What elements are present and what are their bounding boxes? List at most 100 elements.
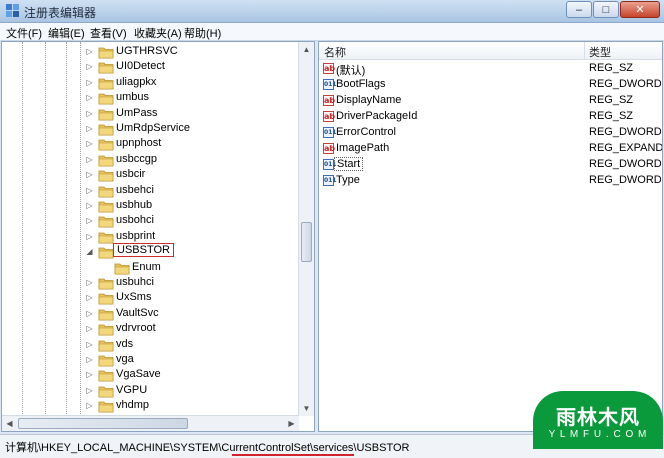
value-row[interactable]: ab (默认) REG_SZ — [319, 61, 662, 77]
menu-view[interactable]: 查看(V) — [90, 25, 127, 41]
tree-horizontal-scroll-thumb[interactable] — [18, 418, 188, 429]
value-row[interactable]: 011 ErrorControl REG_DWORD — [319, 125, 662, 141]
value-row[interactable]: ab DisplayName REG_SZ — [319, 93, 662, 109]
folder-icon — [98, 109, 114, 120]
expand-arrow-icon[interactable]: ▷ — [86, 371, 93, 379]
expand-arrow-icon[interactable]: ▷ — [86, 155, 93, 163]
tree-item-label: Enum — [132, 260, 161, 273]
scroll-up-arrow-icon[interactable]: ▲ — [299, 42, 314, 57]
binary-value-icon: 011 — [323, 159, 337, 170]
tree-horizontal-scrollbar[interactable]: ◀ ▶ — [2, 415, 299, 431]
folder-icon — [98, 216, 114, 228]
scroll-right-arrow-icon[interactable]: ▶ — [284, 416, 299, 431]
value-type: REG_DWORD — [589, 158, 662, 170]
value-type: REG_DWORD — [589, 174, 662, 186]
expand-arrow-icon[interactable]: ▷ — [86, 232, 93, 240]
expand-arrow-icon[interactable]: ▷ — [86, 171, 93, 179]
expand-arrow-icon[interactable]: ▷ — [86, 186, 93, 194]
value-type: REG_DWORD — [589, 126, 662, 138]
tree-vertical-scrollbar[interactable]: ▲ ▼ — [298, 42, 314, 416]
expand-arrow-icon[interactable]: ▷ — [86, 94, 93, 102]
column-header-name[interactable]: 名称 — [324, 44, 346, 60]
tree-item-label: usbohci — [116, 214, 154, 227]
menu-help[interactable]: 帮助(H) — [184, 25, 221, 41]
expand-arrow-icon[interactable]: ▷ — [86, 325, 93, 333]
menu-file[interactable]: 文件(F) — [6, 25, 42, 41]
folder-icon — [98, 247, 114, 259]
value-row[interactable]: ab DriverPackageId REG_SZ — [319, 109, 662, 125]
folder-icon — [98, 370, 114, 382]
folder-icon — [98, 355, 114, 367]
value-type: REG_DWORD — [589, 78, 662, 90]
expand-arrow-icon[interactable]: ▷ — [86, 125, 93, 133]
folder-icon — [98, 62, 114, 74]
expand-arrow-icon[interactable]: ▷ — [86, 386, 93, 394]
value-row[interactable]: 011 BootFlags REG_DWORD — [319, 77, 662, 93]
minimize-button[interactable]: – — [566, 1, 592, 18]
window-title: 注册表编辑器 — [24, 6, 97, 20]
column-header-type[interactable]: 类型 — [589, 44, 611, 60]
menu-bar: 文件(F) 编辑(E) 查看(V) 收藏夹(A) 帮助(H) — [0, 23, 664, 41]
tree-item-label: usbprint — [116, 229, 156, 242]
expand-arrow-icon[interactable]: ▷ — [86, 78, 93, 86]
close-button[interactable]: ✕ — [620, 1, 660, 18]
expand-arrow-icon[interactable]: ▷ — [86, 217, 93, 225]
expand-arrow-icon[interactable]: ▷ — [86, 140, 93, 148]
value-row[interactable]: abImagePath REG_EXPAND_S — [319, 141, 662, 157]
menu-edit[interactable]: 编辑(E) — [48, 25, 85, 41]
folder-icon — [98, 47, 114, 59]
tree-item-label: vdrvroot — [116, 322, 156, 335]
value-row[interactable]: 011 Start REG_DWORD — [319, 157, 662, 173]
value-name: Start — [334, 157, 364, 171]
value-name: ErrorControl — [336, 126, 396, 138]
tree-item-label: VGPU — [116, 383, 148, 396]
values-list-pane[interactable]: 名称 类型 ab (默认) REG_SZ 011 BootFlags REG_DWORD a… — [318, 41, 663, 432]
tree-item-label: usbhub — [116, 199, 153, 211]
tree-guide-line — [45, 42, 46, 416]
value-row[interactable]: 011 Type REG_DWORD — [319, 173, 662, 189]
tree-item-label: VgaSave — [116, 368, 161, 381]
tree-item-label: usbcir — [116, 168, 146, 181]
expand-arrow-icon — [102, 264, 109, 271]
tree-item-label: UmPass — [116, 106, 158, 119]
folder-icon — [114, 263, 130, 274]
key-tree-pane[interactable]: ▷ UGTHRSVC ▷ UI0Detect ▷ uliagpkx ▷ umbus ▷ UmPas… — [1, 41, 315, 432]
tree-guide-line — [22, 42, 23, 416]
expand-arrow-icon[interactable]: ▷ — [86, 309, 93, 317]
expand-arrow-icon[interactable]: ▷ — [86, 202, 93, 210]
expand-arrow-icon[interactable]: ▷ — [86, 340, 93, 348]
column-separator[interactable] — [584, 42, 585, 59]
binary-value-icon: 011 — [323, 175, 337, 186]
expand-arrow-icon[interactable]: ▷ — [86, 63, 93, 71]
expand-arrow-icon[interactable]: ▷ — [86, 294, 93, 302]
folder-icon — [98, 401, 114, 413]
folder-icon — [98, 170, 114, 182]
string-value-icon: ab — [323, 63, 336, 74]
title-bar[interactable]: 注册表编辑器 – □ ✕ — [0, 0, 664, 23]
string-value-icon: ab — [323, 111, 336, 122]
status-key-path: 计算机\HKEY_LOCAL_MACHINE\SYSTEM\CurrentCon… — [5, 442, 410, 454]
window-controls: – □ ✕ — [565, 1, 660, 19]
scroll-left-arrow-icon[interactable]: ◀ — [2, 416, 17, 431]
expand-arrow-icon[interactable]: ▷ — [86, 48, 93, 56]
folder-icon — [98, 386, 114, 398]
folder-icon — [98, 340, 114, 351]
expand-arrow-icon[interactable]: ▷ — [86, 402, 93, 410]
folder-icon — [98, 201, 114, 213]
expand-arrow-icon[interactable]: ▷ — [86, 356, 93, 364]
tree-vertical-scroll-thumb[interactable] — [301, 222, 312, 262]
binary-value-icon: 011 — [323, 79, 337, 90]
collapse-arrow-icon[interactable]: ◢ — [86, 248, 93, 256]
binary-value-icon: 011 — [323, 127, 337, 138]
registry-editor-window: 注册表编辑器 – □ ✕ 文件(F) 编辑(E) 查看(V) 收藏夹(A) 帮助… — [0, 0, 664, 458]
value-type: REG_SZ — [589, 94, 634, 106]
tree-guide-line — [66, 42, 67, 416]
scroll-down-arrow-icon[interactable]: ▼ — [299, 401, 314, 416]
menu-favorites[interactable]: 收藏夹(A) — [134, 25, 182, 41]
expand-arrow-icon[interactable]: ▷ — [86, 109, 93, 117]
tree-item-label: VaultSvc — [116, 306, 159, 319]
folder-icon — [98, 278, 114, 290]
folder-icon — [98, 139, 114, 151]
expand-arrow-icon[interactable]: ▷ — [86, 279, 93, 287]
maximize-button[interactable]: □ — [593, 1, 619, 18]
